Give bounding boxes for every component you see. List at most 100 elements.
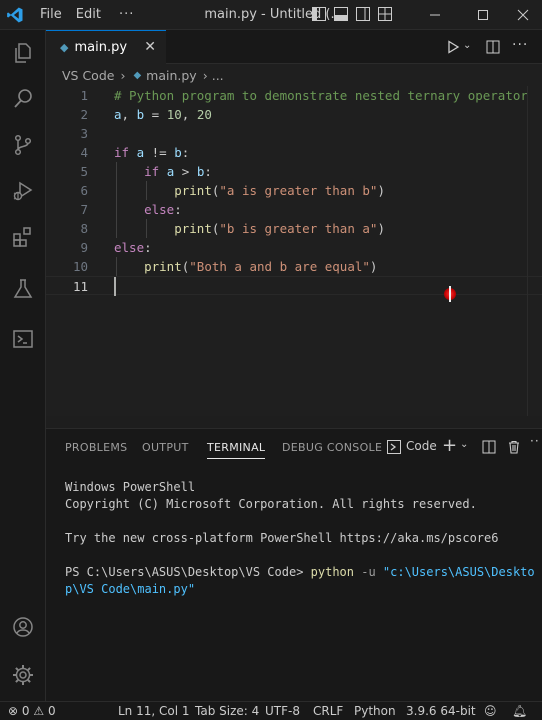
- line-number: 10: [72, 259, 88, 274]
- error-count: 0: [21, 704, 30, 718]
- toggle-sidebar-icon[interactable]: [312, 7, 326, 21]
- title-bar: File Edit ··· main.py - Untitled (...: [0, 0, 542, 30]
- code-text[interactable]: else:: [114, 238, 152, 257]
- vscode-logo-icon: [0, 0, 30, 30]
- customize-layout-icon[interactable]: [378, 7, 392, 21]
- code-line[interactable]: 5 if a > b:: [46, 162, 542, 181]
- split-terminal-icon[interactable]: [482, 440, 496, 454]
- run-python-file-icon[interactable]: [446, 40, 460, 54]
- cursor-position[interactable]: Ln 11, Col 1: [118, 704, 190, 718]
- toggle-panel-icon[interactable]: [334, 7, 348, 21]
- indent-guide: [146, 219, 147, 238]
- line-ending[interactable]: CRLF: [313, 704, 343, 718]
- code-line[interactable]: 9 else:: [46, 238, 542, 257]
- tab-problems[interactable]: PROBLEMS: [65, 441, 127, 454]
- search-icon[interactable]: [0, 76, 46, 122]
- accounts-icon[interactable]: [0, 604, 46, 650]
- indent-guide: [146, 181, 147, 200]
- error-icon: ⊗: [8, 704, 19, 718]
- minimize-button[interactable]: [420, 0, 450, 30]
- panel-more-button[interactable]: ··: [530, 434, 540, 448]
- line-number: 7: [80, 202, 88, 217]
- more-actions-button[interactable]: ···: [512, 37, 528, 53]
- split-editor-icon[interactable]: [486, 40, 500, 54]
- breadcrumb: VS Code › ◆ main.py › ...: [46, 64, 542, 86]
- terminal-shell-label[interactable]: Code: [406, 439, 437, 453]
- vertical-scrollbar-track[interactable]: [527, 86, 528, 416]
- code-line[interactable]: 8 print("b is greater than a"): [46, 219, 542, 238]
- indent-guide: [116, 162, 117, 238]
- menu-edit[interactable]: Edit: [76, 7, 101, 22]
- notifications-bell-icon[interactable]: 🔔︎: [512, 704, 527, 718]
- warning-icon: ⚠: [33, 704, 45, 718]
- breadcrumb-more[interactable]: ...: [212, 68, 224, 83]
- status-bar: ⊗ 0 ⚠ 0 Ln 11, Col 1 Tab Size: 4 UTF-8 C…: [0, 701, 542, 720]
- line-number: 1: [80, 88, 88, 103]
- code-line[interactable]: 3: [46, 124, 542, 143]
- code-text[interactable]: # Python program to demonstrate nested t…: [114, 86, 528, 105]
- code-line[interactable]: 11: [46, 276, 542, 296]
- tab-terminal[interactable]: TERMINAL: [207, 441, 266, 459]
- code-line[interactable]: 6 print("a is greater than b"): [46, 181, 542, 200]
- close-window-button[interactable]: [508, 0, 538, 30]
- run-dropdown-icon[interactable]: ⌄: [463, 40, 471, 51]
- breadcrumb-folder[interactable]: VS Code: [62, 68, 114, 83]
- breadcrumb-separator-icon: ›: [202, 67, 208, 83]
- panel-tabs: PROBLEMS OUTPUT TERMINAL DEBUG CONSOLE C…: [46, 429, 542, 465]
- encoding[interactable]: UTF-8: [265, 704, 300, 718]
- code-line[interactable]: 7 else:: [46, 200, 542, 219]
- tab-debug-console[interactable]: DEBUG CONSOLE: [282, 441, 382, 454]
- close-tab-icon[interactable]: ✕: [144, 39, 156, 55]
- extensions-icon[interactable]: [0, 214, 46, 260]
- code-text[interactable]: if a != b:: [114, 143, 189, 162]
- terminal-dropdown-icon[interactable]: ⌄: [460, 439, 468, 450]
- code-text[interactable]: if a > b:: [114, 162, 212, 181]
- code-text[interactable]: print("Both a and b are equal"): [114, 257, 377, 276]
- terminal-command: python: [310, 565, 354, 579]
- tab-size[interactable]: Tab Size: 4: [195, 704, 259, 718]
- code-line[interactable]: 10 print("Both a and b are equal"): [46, 257, 542, 276]
- menu-file[interactable]: File: [40, 7, 62, 22]
- python-interpreter[interactable]: 3.9.6 64-bit: [406, 704, 476, 718]
- tab-main-py[interactable]: ◆ main.py ✕: [46, 30, 166, 64]
- menu-overflow-button[interactable]: ···: [119, 7, 134, 22]
- testing-flask-icon[interactable]: [0, 266, 46, 312]
- manage-gear-icon[interactable]: [0, 652, 46, 698]
- python-file-icon: ◆: [133, 69, 142, 81]
- tab-output[interactable]: OUTPUT: [142, 441, 189, 454]
- indent-guide: [116, 257, 117, 276]
- line-number: 6: [80, 183, 88, 198]
- code-text[interactable]: print("b is greater than a"): [114, 219, 385, 238]
- code-text[interactable]: else:: [114, 200, 182, 219]
- language-mode[interactable]: Python: [354, 704, 396, 718]
- maximize-button[interactable]: [468, 0, 498, 30]
- run-debug-icon[interactable]: [0, 168, 46, 214]
- breadcrumb-file[interactable]: main.py: [146, 68, 197, 83]
- terminal-path: "c:\Users\ASUS\Deskto: [382, 565, 535, 579]
- terminal-prompt: PS C:\Users\ASUS\Desktop\VS Code>: [65, 565, 311, 579]
- terminal-line: Try the new cross-platform PowerShell ht…: [65, 531, 499, 545]
- feedback-icon[interactable]: ☺: [484, 704, 497, 718]
- editor-tabs: ◆ main.py ✕ ⌄ ···: [46, 30, 542, 64]
- code-line[interactable]: 4 if a != b:: [46, 143, 542, 162]
- new-terminal-icon[interactable]: +: [442, 435, 457, 456]
- remote-terminal-icon[interactable]: [0, 316, 46, 362]
- line-number: 2: [80, 107, 88, 122]
- line-number: 3: [80, 126, 88, 141]
- line-number: 11: [72, 279, 88, 294]
- tab-label: main.py: [74, 40, 128, 55]
- explorer-icon[interactable]: [0, 30, 46, 76]
- source-control-icon[interactable]: [0, 122, 46, 168]
- kill-terminal-trash-icon[interactable]: [507, 440, 521, 454]
- code-text[interactable]: a, b = 10, 20: [114, 105, 212, 124]
- terminal-line: Windows PowerShell: [65, 480, 196, 494]
- code-line[interactable]: 2 a, b = 10, 20: [46, 105, 542, 124]
- code-line[interactable]: 1 # Python program to demonstrate nested …: [46, 86, 542, 105]
- toggle-secondary-sidebar-icon[interactable]: [356, 7, 370, 21]
- warning-count: 0: [47, 704, 56, 718]
- code-text[interactable]: print("a is greater than b"): [114, 181, 385, 200]
- code-editor[interactable]: 11 10 print("Both a and b are equal") 9 els…: [46, 86, 542, 416]
- problems-status[interactable]: ⊗ 0 ⚠ 0: [8, 704, 56, 718]
- text-cursor-icon: [449, 286, 451, 302]
- terminal-output[interactable]: Windows PowerShell Copyright (C) Microso…: [65, 479, 535, 598]
